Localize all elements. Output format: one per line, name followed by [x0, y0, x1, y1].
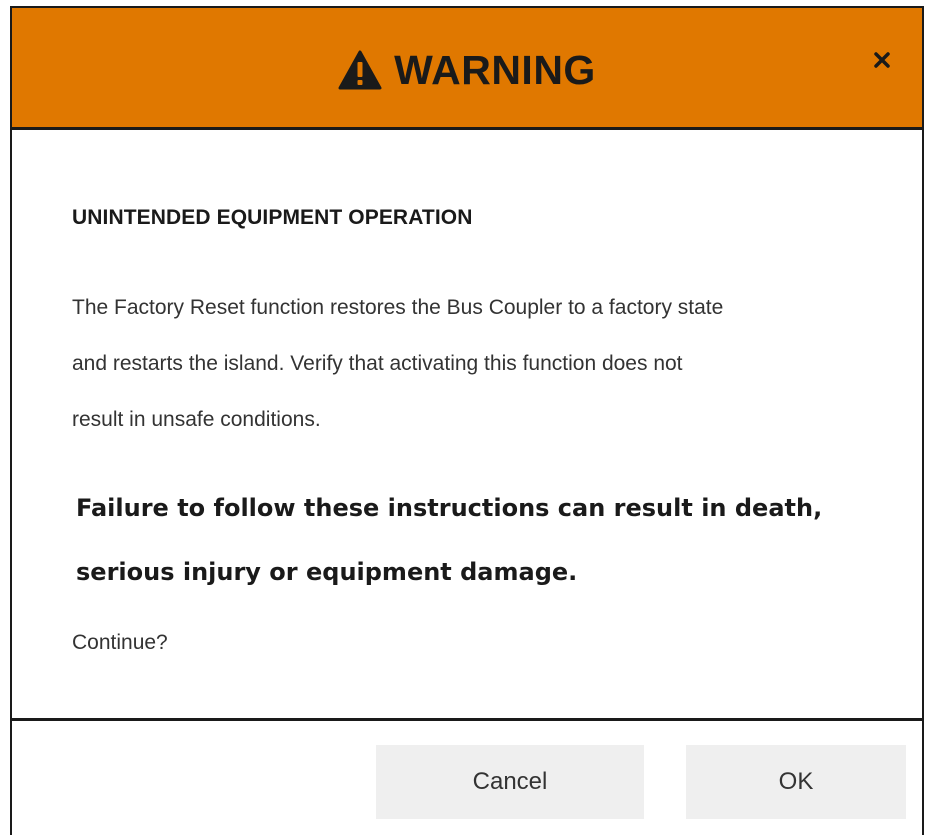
message-line: and restarts the island. Verify that act… — [72, 352, 683, 375]
dialog-body: UNINTENDED EQUIPMENT OPERATION The Facto… — [12, 130, 922, 718]
hazard-message: The Factory Reset function restores the … — [72, 280, 892, 448]
ok-button[interactable]: OK — [686, 745, 906, 819]
close-button[interactable] — [868, 46, 896, 74]
close-icon[interactable] — [868, 46, 896, 74]
dialog-header: WARNING — [12, 8, 922, 130]
hazard-heading: UNINTENDED EQUIPMENT OPERATION — [72, 206, 473, 229]
consequence-statement: Failure to follow these instructions can… — [76, 476, 896, 604]
message-line: The Factory Reset function restores the … — [72, 296, 724, 319]
dialog-footer: Cancel OK — [12, 721, 922, 837]
consequence-line: Failure to follow these instructions can… — [76, 494, 823, 522]
dialog-title-group: WARNING — [12, 42, 922, 98]
warning-dialog: WARNING UNINTENDED EQUIPMENT OPERATION T… — [10, 6, 924, 835]
consequence-line: serious injury or equipment damage. — [76, 558, 578, 586]
warning-triangle-icon — [338, 50, 382, 90]
dialog-title: WARNING — [394, 47, 596, 93]
cancel-button[interactable]: Cancel — [376, 745, 644, 819]
message-line: result in unsafe conditions. — [72, 408, 321, 431]
continue-prompt: Continue? — [72, 631, 168, 654]
